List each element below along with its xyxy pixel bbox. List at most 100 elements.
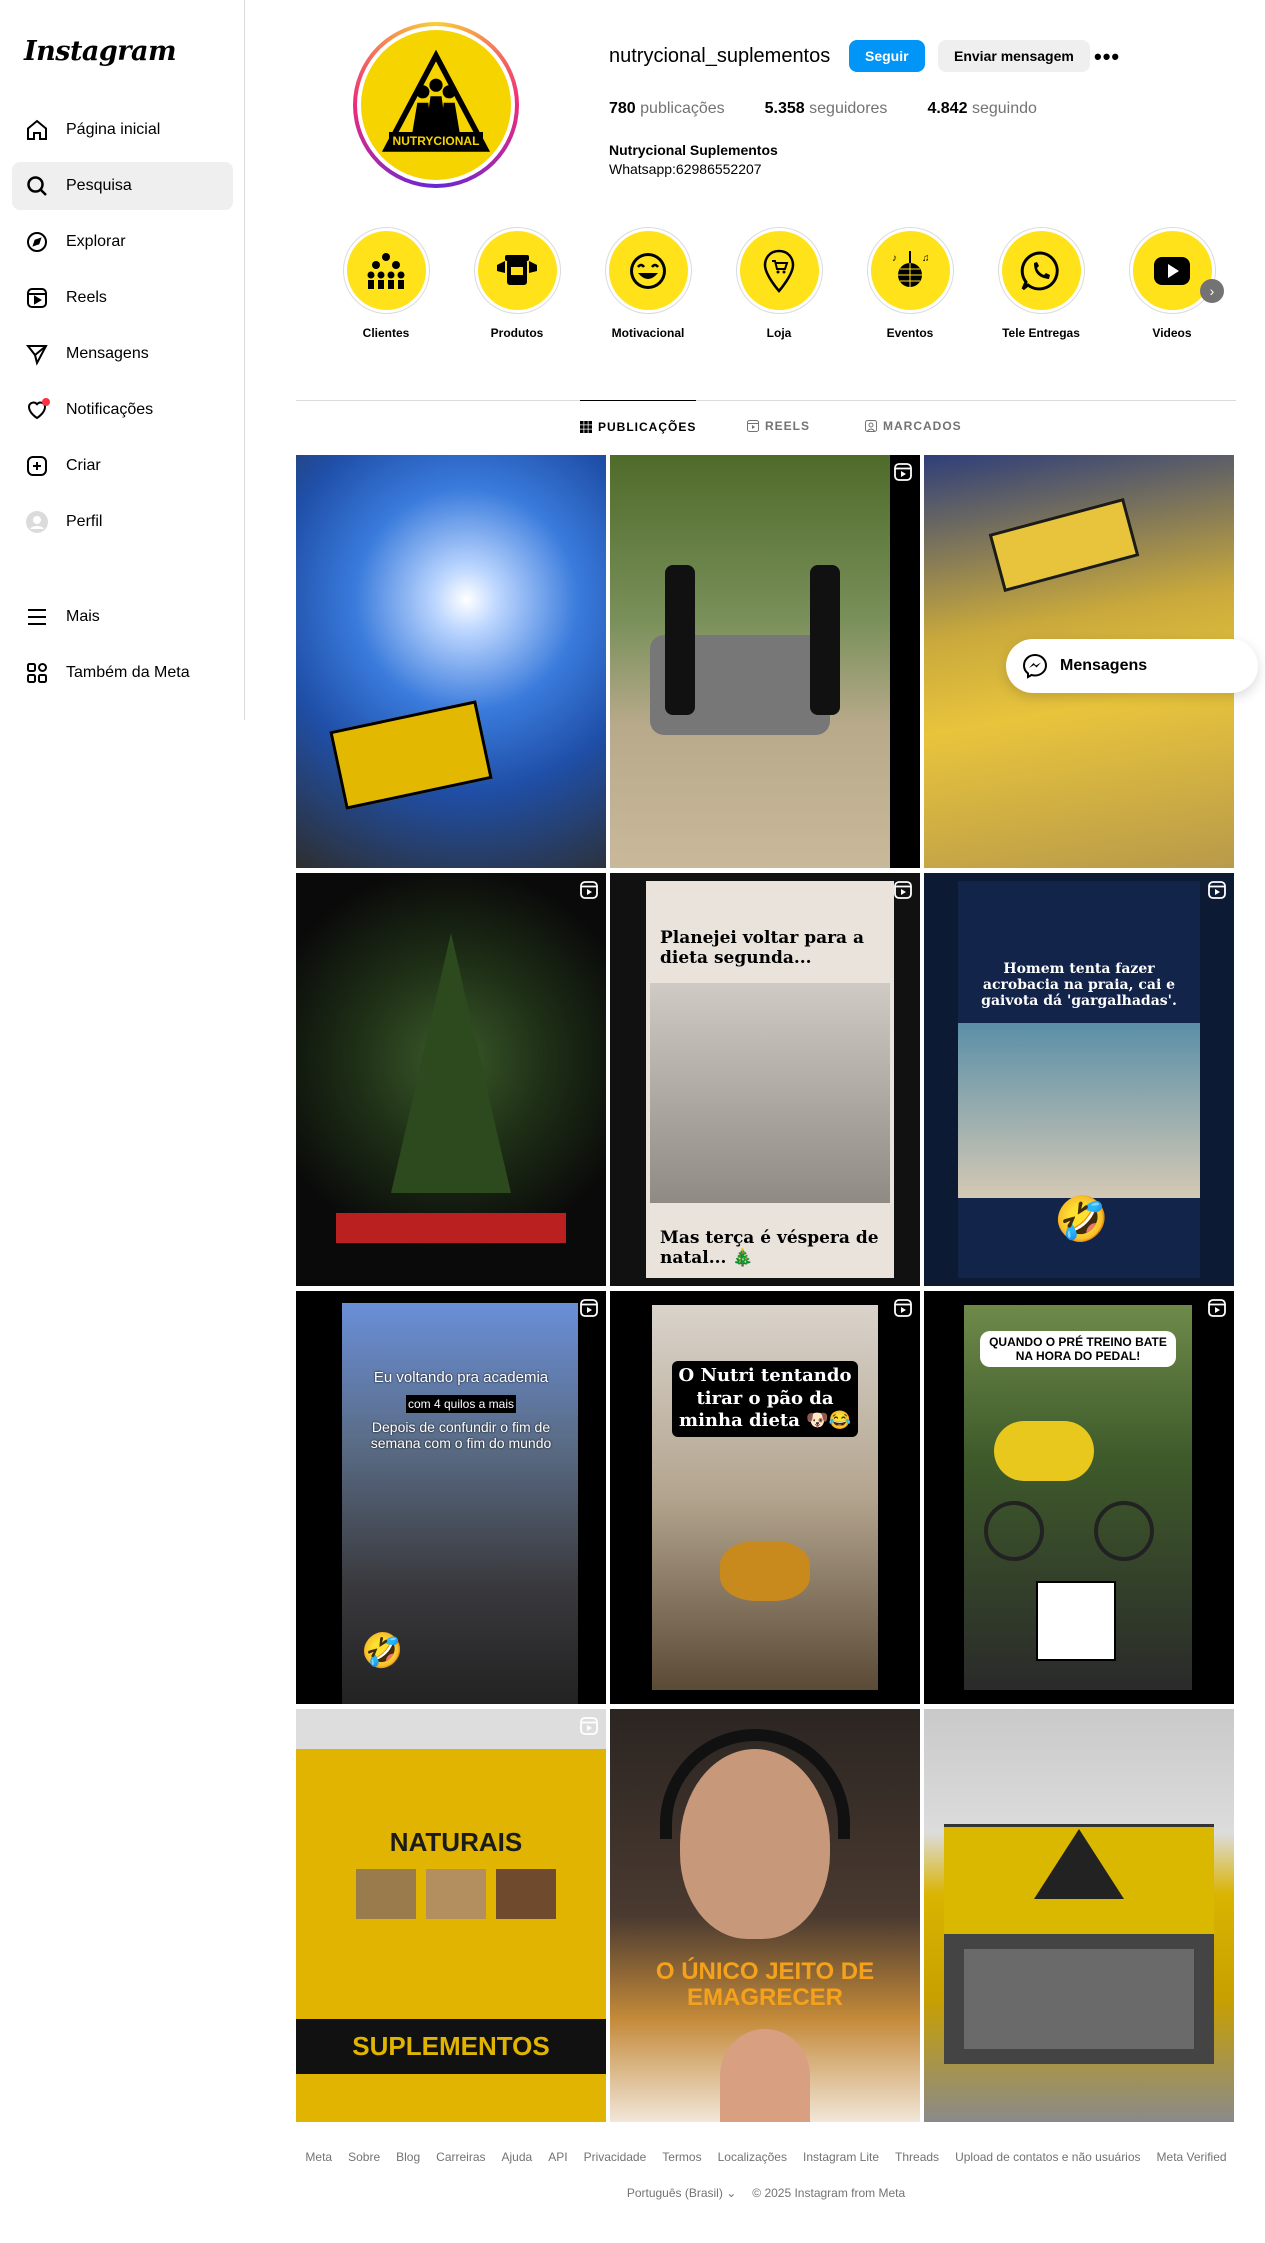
highlight-eventos[interactable]: ♪ ♫ Eventos: [860, 227, 960, 340]
floating-messages-button[interactable]: Mensagens: [1006, 639, 1258, 693]
svg-text:♫: ♫: [922, 253, 930, 264]
post-caption-text: O ÚNICO JEITO DE EMAGRECER: [655, 1958, 875, 2012]
more-options-icon[interactable]: •••: [1094, 44, 1120, 70]
reels-icon: [747, 420, 759, 432]
footer-link[interactable]: Upload de contatos e não usuários: [955, 2150, 1140, 2164]
sidebar-item-meta[interactable]: Também da Meta: [12, 649, 233, 697]
post-caption-text: Planejei voltar para a dieta segunda...: [660, 928, 864, 968]
notification-dot: [42, 398, 50, 406]
footer-links: Meta Sobre Blog Carreiras Ajuda API Priv…: [296, 2150, 1236, 2164]
whatsapp-icon: [1020, 250, 1059, 290]
sidebar-item-label: Notificações: [66, 401, 154, 418]
footer-link[interactable]: Meta Verified: [1157, 2150, 1227, 2164]
sidebar-item-home[interactable]: Página inicial: [12, 106, 233, 154]
sidebar-item-label: Pesquisa: [66, 177, 132, 194]
footer-link[interactable]: Blog: [396, 2150, 420, 2164]
sidebar-item-label: Página inicial: [66, 121, 161, 138]
footer-link[interactable]: Privacidade: [584, 2150, 647, 2164]
highlight-label: Produtos: [490, 326, 544, 340]
meta-apps-icon: [24, 660, 50, 686]
disco-ball-icon: ♪ ♫: [892, 250, 930, 287]
footer-link[interactable]: Carreiras: [436, 2150, 485, 2164]
post-tile[interactable]: NATURAIS SUPLEMENTOS: [296, 1709, 606, 2122]
footer-link[interactable]: Sobre: [348, 2150, 380, 2164]
post-tile[interactable]: Eu voltando pra academia com 4 quilos a …: [296, 1291, 606, 1704]
sidebar-item-explore[interactable]: Explorar: [12, 218, 233, 266]
reel-indicator-icon: [580, 881, 598, 899]
stat-followers[interactable]: 5.358 seguidores: [765, 100, 888, 118]
footer-link[interactable]: Threads: [895, 2150, 939, 2164]
instagram-logo[interactable]: Instagram: [24, 36, 177, 67]
tab-label: MARCADOS: [883, 419, 962, 433]
footer-link[interactable]: API: [548, 2150, 567, 2164]
post-caption-text: Depois de confundir o fim de semana com …: [370, 1419, 552, 1451]
sidebar-item-create[interactable]: Criar: [12, 442, 233, 490]
highlight-label: Clientes: [362, 326, 410, 340]
sidebar-item-reels[interactable]: Reels: [12, 274, 233, 322]
post-tile[interactable]: [924, 1709, 1234, 2122]
sidebar-item-search[interactable]: Pesquisa: [12, 162, 233, 210]
sidebar-item-notifications[interactable]: Notificações: [12, 386, 233, 434]
post-tile[interactable]: [610, 455, 920, 868]
highlight-label: Motivacional: [611, 326, 685, 340]
messenger-icon: [1022, 653, 1048, 679]
supplement-icon: [497, 254, 537, 285]
sidebar-bottom: Mais Também da Meta: [12, 593, 233, 705]
tab-label: PUBLICAÇÕES: [598, 419, 697, 434]
post-tile[interactable]: Planejei voltar para a dieta segunda... …: [610, 873, 920, 1286]
highlight-label: Videos: [1152, 326, 1192, 340]
sidebar-nav: Página inicial Pesquisa Explorar Reels M…: [12, 106, 233, 554]
highlight-tele-entregas[interactable]: Tele Entregas: [991, 227, 1091, 340]
chevron-down-icon: ⌄: [726, 2186, 737, 2200]
highlight-clientes[interactable]: Clientes: [336, 227, 436, 340]
home-icon: [24, 117, 50, 143]
footer-link[interactable]: Meta: [305, 2150, 332, 2164]
footer-link[interactable]: Ajuda: [502, 2150, 533, 2164]
sidebar-item-profile[interactable]: Perfil: [12, 498, 233, 546]
tab-publicacoes[interactable]: PUBLICAÇÕES: [580, 400, 697, 452]
post-tile[interactable]: O ÚNICO JEITO DE EMAGRECER: [610, 1709, 920, 2122]
avatar-icon: [24, 509, 50, 535]
search-icon: [24, 173, 50, 199]
footer-link[interactable]: Localizações: [718, 2150, 787, 2164]
post-caption-text: O Nutri tentando tirar o pão da minha di…: [672, 1361, 858, 1437]
footer-link[interactable]: Instagram Lite: [803, 2150, 879, 2164]
footer-link[interactable]: Termos: [662, 2150, 701, 2164]
reel-indicator-icon: [1208, 1299, 1226, 1317]
post-tile[interactable]: O Nutri tentando tirar o pão da minha di…: [610, 1291, 920, 1704]
profile-avatar: NUTRYCIONAL: [361, 30, 511, 180]
reel-indicator-icon: [894, 1299, 912, 1317]
highlight-loja[interactable]: Loja: [729, 227, 829, 340]
send-message-button[interactable]: Enviar mensagem: [938, 40, 1090, 72]
bio-text: Whatsapp:62986552207: [609, 161, 762, 177]
reel-indicator-icon: [580, 1299, 598, 1317]
post-tile[interactable]: [296, 873, 606, 1286]
compass-icon: [24, 229, 50, 255]
post-tile[interactable]: [296, 455, 606, 868]
tab-label: REELS: [765, 419, 811, 433]
tab-marcados[interactable]: MARCADOS: [865, 400, 962, 452]
sidebar-item-more[interactable]: Mais: [12, 593, 233, 641]
footer-bottom: Português (Brasil) ⌄ © 2025 Instagram fr…: [296, 2186, 1236, 2200]
heart-icon: [24, 397, 50, 423]
sidebar-item-label: Mensagens: [66, 345, 149, 362]
post-caption-text: NATURAIS: [389, 1827, 523, 1857]
post-tile[interactable]: Homem tenta fazer acrobacia na praia, ca…: [924, 873, 1234, 1286]
language-selector[interactable]: Português (Brasil) ⌄: [627, 2186, 736, 2200]
play-icon: [1154, 256, 1190, 285]
reel-indicator-icon: [1208, 881, 1226, 899]
tab-reels[interactable]: REELS: [747, 400, 810, 452]
post-caption-text: Homem tenta fazer acrobacia na praia, ca…: [981, 961, 1177, 1009]
sidebar-item-messages[interactable]: Mensagens: [12, 330, 233, 378]
highlight-motivacional[interactable]: Motivacional: [598, 227, 698, 340]
story-highlights: Clientes Produtos Motivacional Loja ♪ ♫ E…: [336, 227, 1236, 357]
stat-following[interactable]: 4.842 seguindo: [927, 100, 1036, 118]
sidebar-item-label: Reels: [66, 289, 107, 306]
profile-avatar-ring[interactable]: NUTRYCIONAL: [353, 22, 519, 188]
follow-button[interactable]: Seguir: [849, 40, 925, 72]
highlight-produtos[interactable]: Produtos: [467, 227, 567, 340]
sidebar-item-label: Criar: [66, 457, 101, 474]
post-caption-text: SUPLEMENTOS: [352, 2031, 550, 2061]
chevron-right-icon[interactable]: ›: [1200, 279, 1224, 303]
post-tile[interactable]: QUANDO O PRÉ TREINO BATE NA HORA DO PEDA…: [924, 1291, 1234, 1704]
